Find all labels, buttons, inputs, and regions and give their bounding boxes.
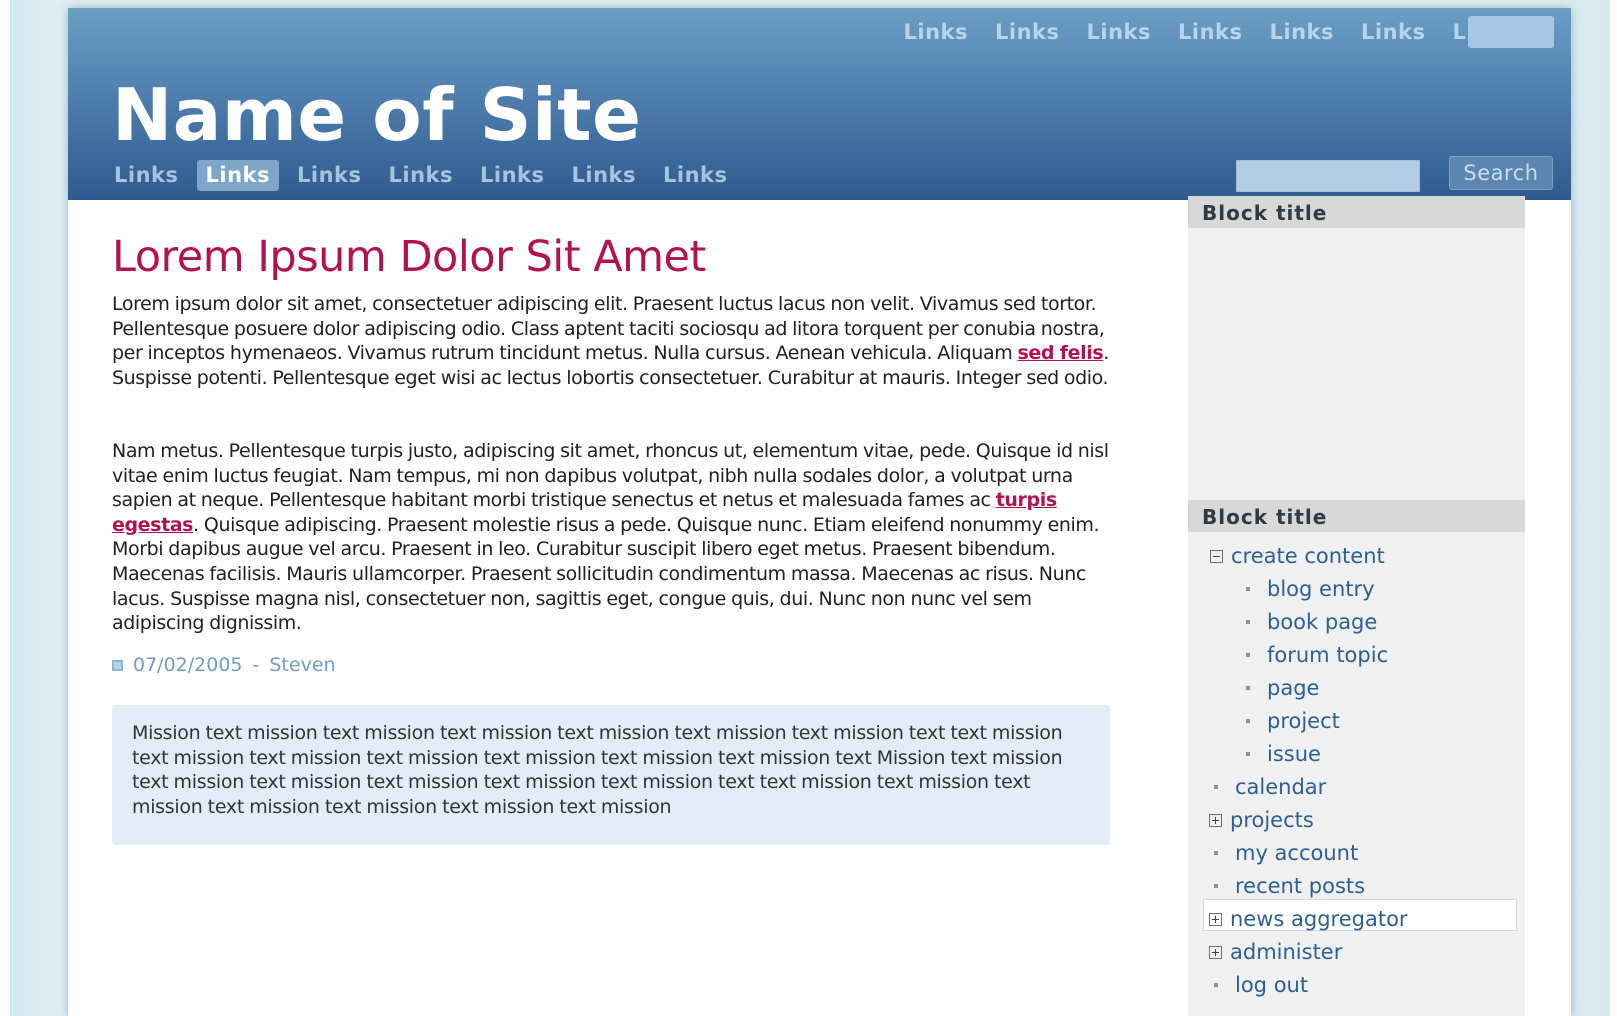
calendar-icon — [112, 659, 123, 671]
bullet-icon — [1214, 983, 1218, 987]
search-button[interactable]: Search — [1449, 156, 1553, 190]
primary-link[interactable]: Links — [563, 160, 646, 191]
main-content: Lorem Ipsum Dolor Sit Amet Lorem ipsum d… — [112, 230, 1112, 845]
mission-box: Mission text mission text mission text m… — [112, 705, 1110, 845]
plus-box-icon[interactable] — [1209, 813, 1222, 827]
bullet-icon — [1246, 587, 1250, 591]
nav-label: page — [1267, 676, 1320, 700]
nav-item-book-page[interactable]: book page — [1241, 606, 1377, 638]
search-input[interactable] — [1236, 160, 1420, 192]
nav-label: issue — [1267, 742, 1321, 766]
sidebar: Block title Block title create content b… — [1188, 196, 1525, 1016]
nav-label: my account — [1235, 841, 1359, 865]
bullet-icon — [1246, 686, 1250, 690]
minus-box-icon[interactable] — [1210, 549, 1223, 563]
top-right-box[interactable] — [1468, 16, 1554, 48]
nav-item-administer[interactable]: administer — [1209, 936, 1342, 968]
bullet-icon — [1214, 884, 1218, 888]
site-name[interactable]: Name of Site — [112, 70, 641, 160]
bullet-icon — [1246, 752, 1250, 756]
nav-item-log-out[interactable]: log out — [1209, 969, 1308, 1001]
nav-label: create content — [1231, 544, 1385, 568]
nav-label: book page — [1267, 610, 1378, 634]
primary-links: Links Links Links Links Links Links Link… — [105, 160, 737, 191]
bullet-icon — [1214, 851, 1218, 855]
article-paragraph-1: Lorem ipsum dolor sit amet, consectetuer… — [112, 292, 1112, 390]
nav-item-forum-topic[interactable]: forum topic — [1241, 639, 1388, 671]
secondary-links: Links Links Links Links Links Links Link… — [904, 17, 1518, 47]
nav-item-issue[interactable]: issue — [1241, 738, 1321, 770]
nav-label: administer — [1230, 940, 1343, 964]
top-link[interactable]: Links — [995, 17, 1060, 47]
top-link[interactable]: Links — [1087, 17, 1152, 47]
paragraph-text: Lorem ipsum dolor sit amet, consectetuer… — [112, 293, 1105, 365]
nav-label: forum topic — [1267, 643, 1389, 667]
nav-item-news-aggregator[interactable]: news aggregator — [1209, 903, 1408, 935]
mission-text: Mission text mission text mission text m… — [132, 722, 1063, 818]
block-title: Block title — [1188, 500, 1525, 532]
primary-link-active[interactable]: Links — [196, 160, 279, 191]
nav-label: calendar — [1235, 775, 1327, 799]
nav-item-calendar[interactable]: calendar — [1209, 771, 1326, 803]
nav-item-create-content[interactable]: create content — [1210, 540, 1385, 572]
nav-label: log out — [1235, 973, 1309, 997]
post-date: 07/02/2005 — [133, 654, 243, 676]
meta-separator: - — [252, 654, 260, 676]
article-title[interactable]: Lorem Ipsum Dolor Sit Amet — [112, 230, 1112, 284]
article-paragraph-2: Nam metus. Pellentesque turpis justo, ad… — [112, 439, 1122, 636]
top-link[interactable]: Links — [1270, 17, 1335, 47]
nav-label: recent posts — [1235, 874, 1366, 898]
nav-label: project — [1267, 709, 1340, 733]
nav-label: news aggregator — [1230, 907, 1408, 931]
bullet-icon — [1246, 620, 1250, 624]
nav-item-projects[interactable]: projects — [1209, 804, 1314, 836]
plus-box-icon[interactable] — [1209, 912, 1222, 926]
primary-link[interactable]: Links — [288, 160, 371, 191]
top-link[interactable]: Links — [904, 17, 969, 47]
top-link[interactable]: Links — [1178, 17, 1243, 47]
primary-link[interactable]: Links — [380, 160, 463, 191]
nav-item-my-account[interactable]: my account — [1209, 837, 1358, 869]
primary-link[interactable]: Links — [471, 160, 554, 191]
paragraph-text: . Quisque adipiscing. Praesent molestie … — [112, 513, 1100, 635]
block-title: Block title — [1188, 196, 1525, 228]
nav-item-page[interactable]: page — [1241, 672, 1319, 704]
bullet-icon — [1246, 719, 1250, 723]
primary-link[interactable]: Links — [105, 160, 188, 191]
plus-box-icon[interactable] — [1209, 945, 1222, 959]
nav-label: projects — [1230, 808, 1314, 832]
inline-link[interactable]: sed felis — [1017, 342, 1103, 364]
bullet-icon — [1246, 653, 1250, 657]
nav-label: blog entry — [1267, 577, 1375, 601]
nav-item-project[interactable]: project — [1241, 705, 1340, 737]
page-container: Links Links Links Links Links Links Link… — [68, 8, 1571, 1016]
nav-item-blog-entry[interactable]: blog entry — [1241, 573, 1375, 605]
paragraph-text: Nam metus. Pellentesque turpis justo, ad… — [112, 440, 1109, 512]
top-link[interactable]: Links — [1361, 17, 1426, 47]
post-author[interactable]: Steven — [269, 651, 335, 679]
primary-link[interactable]: Links — [654, 160, 737, 191]
post-meta: 07/02/2005 - Steven — [112, 651, 336, 679]
bullet-icon — [1214, 785, 1218, 789]
header: Links Links Links Links Links Links Link… — [68, 8, 1571, 200]
nav-item-recent-posts[interactable]: recent posts — [1209, 870, 1365, 902]
